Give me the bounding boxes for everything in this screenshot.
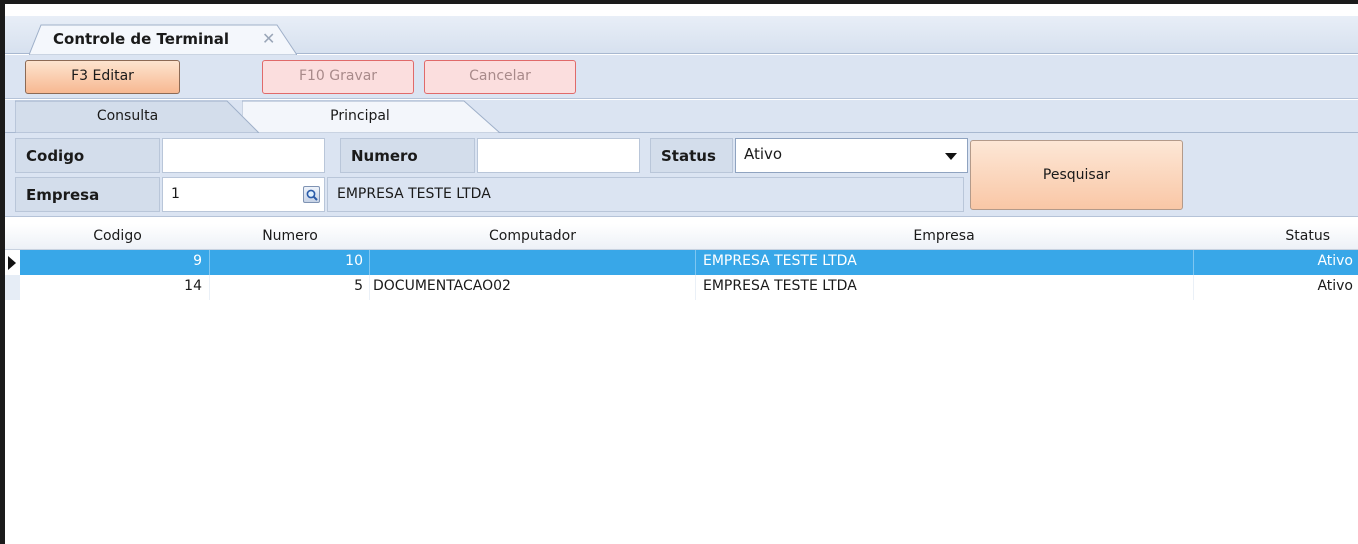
save-button[interactable]: F10 Gravar [262,60,414,94]
row-indicator [5,250,20,275]
status-label: Status [650,138,733,173]
cell-codigo: 14 [184,278,202,294]
grid-header: Codigo Numero Computador Empresa Status [5,224,1358,250]
column-header-numero[interactable]: Numero [210,228,370,244]
row-indicator [5,275,20,300]
codigo-field[interactable] [162,138,325,173]
filter-panel: Codigo Numero Status Ativo Pesquisar Emp… [5,133,1358,217]
row-pointer-icon [8,256,16,270]
cell-separator [369,250,370,275]
empresa-code-field[interactable]: 1 [162,177,325,212]
cell-separator [1193,275,1194,300]
tab-consulta[interactable]: Consulta [15,100,260,133]
page-tabs: Principal Consulta [5,100,1358,133]
cell-numero: 10 [345,253,363,269]
tab-principal-label: Principal [330,108,390,124]
codigo-label: Codigo [15,138,160,173]
cell-separator [695,275,696,300]
document-tab[interactable]: Controle de Terminal ✕ [29,24,297,55]
cell-codigo: 9 [193,253,202,269]
magnifier-glyph [306,189,318,201]
numero-label: Numero [340,138,475,173]
cell-computador: DOCUMENTACAO02 [373,278,511,294]
status-select[interactable]: Ativo [735,138,968,173]
numero-field[interactable] [477,138,640,173]
toolbar: F3 Editar F10 Gravar Cancelar [5,55,1358,99]
document-tab-title: Controle de Terminal [53,30,230,48]
column-header-status[interactable]: Status [1195,228,1358,244]
status-select-value: Ativo [744,145,783,163]
cell-separator [209,250,210,275]
results-grid: Codigo Numero Computador Empresa Status … [5,218,1358,544]
cell-empresa: EMPRESA TESTE LTDA [703,253,857,269]
tab-consulta-label: Consulta [96,108,159,124]
magnifier-icon[interactable] [303,186,320,203]
column-header-empresa[interactable]: Empresa [695,228,1193,244]
close-icon[interactable]: ✕ [262,29,275,48]
cell-empresa: EMPRESA TESTE LTDA [703,278,857,294]
cell-status: Ativo [1317,253,1353,269]
column-header-codigo[interactable]: Codigo [25,228,210,244]
edit-button[interactable]: F3 Editar [25,60,180,94]
column-header-computador[interactable]: Computador [370,228,695,244]
table-row[interactable]: 9 10 EMPRESA TESTE LTDA Ativo [5,250,1358,275]
cell-numero: 5 [354,278,363,294]
table-row[interactable]: 14 5 DOCUMENTACAO02 EMPRESA TESTE LTDA A… [5,275,1358,300]
chevron-down-icon[interactable] [945,153,957,160]
empresa-label: Empresa [15,177,160,212]
cell-separator [209,275,210,300]
cell-separator [695,250,696,275]
document-tab-strip: Controle de Terminal ✕ [5,16,1358,55]
cancel-button[interactable]: Cancelar [424,60,576,94]
cell-separator [369,275,370,300]
search-button[interactable]: Pesquisar [970,140,1183,210]
cell-status: Ativo [1317,278,1353,294]
cell-separator [1193,250,1194,275]
empresa-name-display: EMPRESA TESTE LTDA [327,177,964,212]
tab-principal[interactable]: Principal [242,100,502,133]
